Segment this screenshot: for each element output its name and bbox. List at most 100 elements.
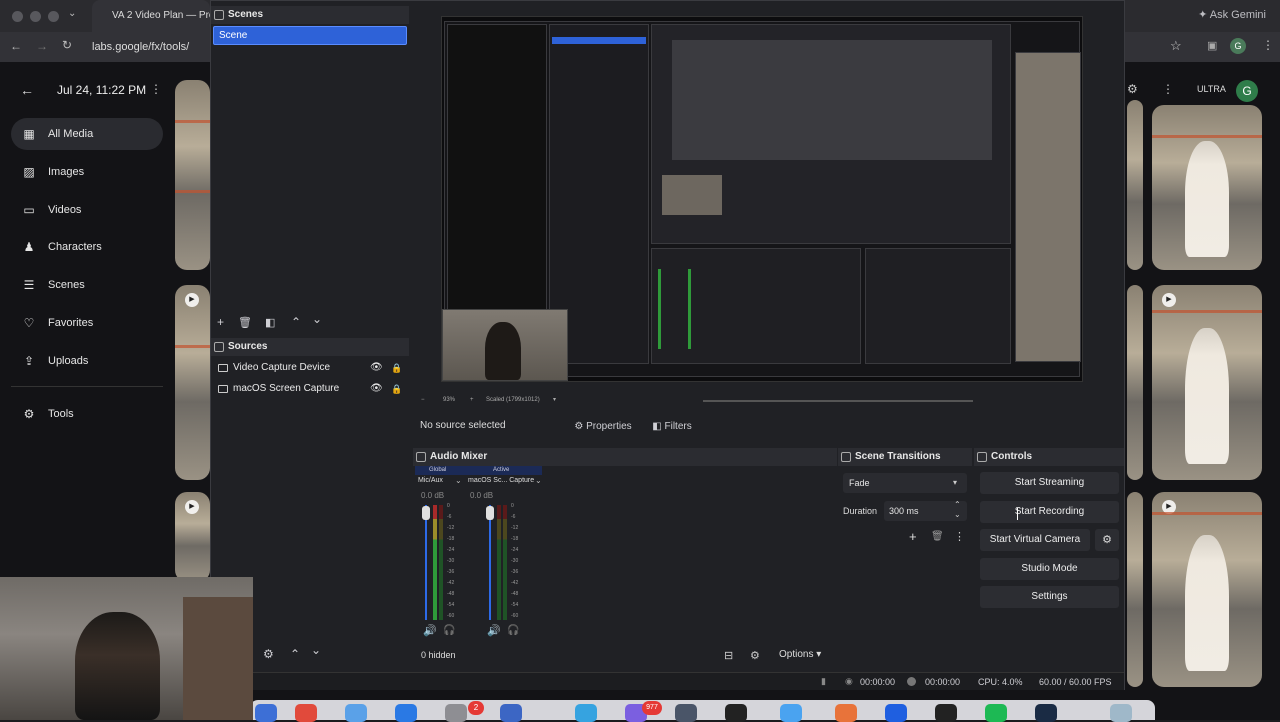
app-icon[interactable]	[675, 704, 697, 722]
visibility-eye-icon[interactable]: 👁	[370, 358, 383, 378]
mixer-tab-global[interactable]: Global	[429, 467, 446, 473]
terminal-icon[interactable]	[725, 704, 747, 722]
move-down-icon[interactable]: ⌄	[312, 312, 322, 326]
address-bar[interactable]: labs.google/fx/tools/	[92, 37, 212, 57]
scene-filters-icon[interactable]: ◧	[265, 316, 275, 329]
reload-icon[interactable]: ↻	[62, 38, 72, 52]
close-window-button[interactable]	[12, 11, 23, 22]
profile-avatar[interactable]: G	[1230, 38, 1246, 54]
move-up-icon[interactable]: ⌃	[290, 647, 300, 661]
media-thumbnail[interactable]	[1127, 492, 1143, 687]
headphones-icon[interactable]: 🎧	[507, 625, 519, 636]
channel-dropdown-icon[interactable]: ⌄	[455, 476, 462, 485]
speaker-icon[interactable]: 🔊	[423, 624, 437, 637]
finder-icon[interactable]	[255, 704, 277, 722]
bookmark-star-icon[interactable]: ☆	[1170, 38, 1182, 54]
advanced-audio-gear-icon[interactable]: ⚙	[750, 649, 760, 662]
mixer-layout-icon[interactable]: ⊟	[724, 649, 733, 662]
forward-arrow-icon[interactable]: →	[36, 39, 48, 53]
source-item[interactable]: Video Capture Device 👁 🔒	[215, 358, 405, 378]
volume-slider-knob[interactable]	[422, 506, 430, 520]
nav-videos[interactable]: ▭ Videos	[11, 194, 163, 226]
volume-slider-track[interactable]	[489, 505, 491, 620]
settings-button[interactable]: Settings	[980, 586, 1119, 608]
nav-tools[interactable]: ⚙ Tools	[11, 398, 163, 430]
source-item[interactable]: macOS Screen Capture 👁 🔒	[215, 379, 405, 399]
decrement-icon[interactable]: ⌄	[954, 505, 961, 525]
speaker-icon[interactable]: 🔊	[487, 624, 501, 637]
studio-mode-button[interactable]: Studio Mode	[980, 558, 1119, 580]
spotify-icon[interactable]	[985, 704, 1007, 722]
duration-input[interactable]: 300 ms ⌃ ⌄	[884, 500, 967, 521]
obs-preview[interactable]	[441, 16, 1083, 382]
nav-images[interactable]: ▨ Images	[11, 156, 163, 188]
properties-button[interactable]: ⚙ Properties	[568, 416, 638, 438]
add-transition-icon[interactable]: +	[909, 529, 917, 544]
media-thumbnail[interactable]: ▶	[175, 492, 210, 582]
preview-scrollbar[interactable]	[703, 400, 973, 402]
media-thumbnail[interactable]	[175, 80, 210, 270]
media-thumbnail[interactable]	[1127, 285, 1143, 480]
options-button[interactable]: Options ▾	[779, 649, 821, 660]
nav-characters[interactable]: ♟ Characters	[11, 231, 163, 263]
tab-list-chevron-icon[interactable]: ⌄	[68, 8, 76, 19]
move-down-icon[interactable]: ⌄	[311, 643, 321, 657]
media-thumbnail[interactable]: ▶	[1152, 492, 1262, 687]
nav-all-media[interactable]: ▦ All Media	[11, 118, 163, 150]
source-settings-gear-icon[interactable]: ⚙	[263, 647, 274, 661]
media-thumbnail[interactable]	[1152, 105, 1262, 270]
zoom-window-button[interactable]	[48, 11, 59, 22]
lock-icon[interactable]: 🔒	[391, 358, 402, 378]
transition-menu-icon[interactable]: ⋮	[954, 530, 965, 543]
volume-slider-track[interactable]	[425, 505, 427, 620]
lock-icon[interactable]: 🔒	[391, 379, 402, 399]
back-arrow-icon[interactable]: ←	[10, 39, 22, 53]
ask-gemini-button[interactable]: ✦ Ask Gemini	[1198, 8, 1266, 21]
session-menu-icon[interactable]: ⋮	[150, 82, 162, 96]
volume-slider-knob[interactable]	[486, 506, 494, 520]
obs-icon[interactable]	[1035, 704, 1057, 722]
media-thumbnail[interactable]: ▶	[175, 285, 210, 480]
add-scene-icon[interactable]: +	[217, 315, 224, 329]
more-menu-icon[interactable]: ⋮	[1162, 82, 1174, 96]
app-icon[interactable]	[935, 704, 957, 722]
nav-uploads[interactable]: ⇪ Uploads	[11, 345, 163, 377]
remove-transition-icon[interactable]: 🗑	[931, 531, 944, 542]
app-icon[interactable]	[780, 704, 802, 722]
minimize-window-button[interactable]	[30, 11, 41, 22]
headphones-icon[interactable]: 🎧	[443, 625, 455, 636]
system-settings-icon[interactable]	[445, 704, 467, 722]
transition-select[interactable]: Fade ▾	[843, 473, 967, 493]
chrome-icon[interactable]	[295, 704, 317, 722]
browser-menu-icon[interactable]: ⋮	[1262, 38, 1274, 52]
files-icon[interactable]	[500, 704, 522, 722]
move-up-icon[interactable]: ⌃	[291, 315, 301, 329]
zoom-dropdown-icon[interactable]: ▾	[553, 396, 556, 403]
channel-dropdown-icon[interactable]: ⌄	[535, 476, 542, 485]
extensions-icon[interactable]: ▣	[1207, 39, 1217, 52]
zoom-in-button[interactable]: +	[470, 397, 474, 403]
nav-scenes[interactable]: ☰ Scenes	[11, 269, 163, 301]
remove-scene-icon[interactable]: 🗑	[238, 316, 252, 329]
app-store-icon[interactable]	[395, 704, 417, 722]
mail-icon[interactable]	[345, 704, 367, 722]
mixer-tab-active[interactable]: Active	[493, 467, 509, 473]
media-thumbnail[interactable]	[1127, 100, 1143, 270]
start-streaming-button[interactable]: Start Streaming	[980, 472, 1119, 494]
trash-icon[interactable]	[1110, 704, 1132, 722]
settings-gear-icon[interactable]: ⚙	[1127, 82, 1138, 96]
app-icon[interactable]	[835, 704, 857, 722]
back-arrow-icon[interactable]: ←	[20, 82, 34, 98]
filters-button[interactable]: ◧ Filters	[647, 416, 697, 438]
browser-tab[interactable]: VA 2 Video Plan — Prod	[92, 0, 210, 32]
zoom-out-button[interactable]: −	[421, 397, 425, 403]
app-icon[interactable]	[885, 704, 907, 722]
start-virtual-camera-button[interactable]: Start Virtual Camera	[980, 529, 1090, 551]
visibility-eye-icon[interactable]: 👁	[370, 379, 383, 399]
media-thumbnail[interactable]: ▶	[1152, 285, 1262, 480]
virtual-camera-settings-gear-icon[interactable]: ⚙	[1095, 529, 1119, 551]
flow-avatar[interactable]: G	[1236, 80, 1258, 102]
scene-item[interactable]: Scene	[213, 26, 407, 45]
start-recording-button[interactable]: Start Recording	[980, 501, 1119, 523]
nav-favorites[interactable]: ♡ Favorites	[11, 307, 163, 339]
